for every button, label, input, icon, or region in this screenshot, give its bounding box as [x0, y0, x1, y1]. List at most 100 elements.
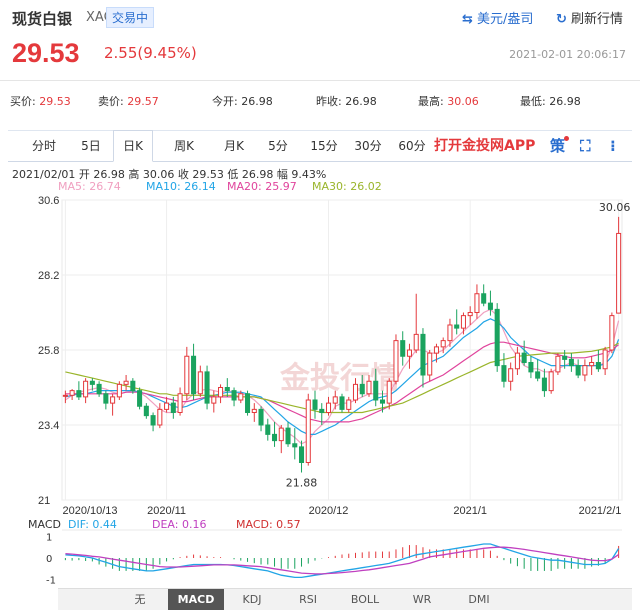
candle-body	[285, 427, 291, 445]
candle-body	[508, 368, 514, 382]
candle-body	[420, 333, 426, 376]
candle-body	[481, 293, 487, 304]
macd-legend-macd: MACD: 0.57	[236, 518, 301, 531]
candle-body	[164, 402, 170, 410]
candle-body	[265, 424, 271, 435]
candle-body	[616, 232, 622, 314]
candle-body	[339, 396, 345, 410]
candle-body	[568, 358, 574, 367]
x-tick-label: 2020/10/13	[62, 505, 117, 517]
candle-body	[460, 315, 466, 329]
min-price-label: 21.88	[286, 477, 318, 490]
candle-body	[258, 408, 264, 426]
candle-body	[514, 352, 520, 370]
indicator-tabs: 无 MACD KDJ RSI BOLL WR DMI	[58, 588, 632, 610]
candle-body	[62, 394, 68, 397]
candle-body	[89, 380, 95, 385]
indicator-tab-RSI[interactable]: RSI	[280, 589, 336, 610]
indicator-tab-BOLL[interactable]: BOLL	[336, 589, 394, 610]
macd-tick-label: 1	[46, 532, 52, 543]
x-tick-label: 2020/12	[309, 505, 349, 517]
x-tick-label: 2020/11	[147, 505, 186, 517]
candle-body	[373, 380, 379, 401]
candle-body	[440, 340, 446, 348]
y-tick-label: 30.6	[38, 195, 59, 207]
candle-body	[609, 315, 615, 351]
candle-body	[447, 324, 453, 342]
y-tick-label: 25.8	[38, 345, 59, 357]
candle-body	[501, 365, 507, 382]
candle-body	[76, 390, 82, 398]
candle-body	[123, 380, 129, 385]
candle-body	[346, 399, 352, 410]
indicator-tab-无[interactable]: 无	[112, 589, 168, 610]
kline-chart[interactable]: 30.6 28.2 25.8 23.4 21 2020/10/13 2020/11 2020/…	[0, 0, 640, 588]
y-tick-label: 23.4	[38, 420, 59, 432]
candle-body	[541, 377, 547, 392]
candle-body	[103, 393, 109, 404]
candle-body	[555, 355, 561, 373]
candle-body	[137, 390, 143, 407]
candle-body	[366, 380, 372, 395]
candle-body	[110, 396, 116, 404]
candle-body	[218, 387, 224, 398]
indicator-tab-DMI[interactable]: DMI	[450, 589, 508, 610]
candle-body	[582, 365, 588, 376]
candle-body	[393, 340, 399, 382]
candle-body	[454, 324, 460, 329]
candle-body	[528, 362, 534, 373]
candle-body	[278, 427, 284, 442]
candle-body	[69, 390, 75, 396]
candle-body	[231, 390, 237, 401]
candle-body	[427, 352, 433, 376]
max-price-label: 30.06	[599, 201, 631, 214]
candle-body	[433, 346, 439, 354]
indicator-tab-WR[interactable]: WR	[394, 589, 450, 610]
y-tick-label: 21	[38, 495, 50, 507]
macd-legend-dea: DEA: 0.16	[152, 518, 206, 531]
candle-body	[150, 415, 156, 426]
candle-body	[548, 371, 554, 392]
candle-body	[535, 371, 541, 379]
candle-body	[413, 333, 419, 351]
candle-body	[602, 349, 608, 370]
watermark: 金投行情	[279, 361, 400, 396]
candle-body	[305, 399, 311, 463]
candle-body	[116, 383, 122, 398]
y-tick-label: 28.2	[38, 270, 59, 282]
candle-body	[238, 393, 244, 401]
candle-body	[521, 352, 527, 363]
candle-body	[177, 393, 183, 413]
candle-body	[96, 383, 102, 395]
candle-body	[595, 362, 601, 370]
candle-body	[292, 443, 298, 448]
candle-body	[575, 365, 581, 376]
candle-body	[400, 340, 406, 357]
indicator-tab-KDJ[interactable]: KDJ	[224, 589, 280, 610]
candle-body	[319, 408, 325, 413]
macd-legend-name: MACD	[28, 518, 61, 531]
candle-body	[379, 399, 386, 404]
candle-body	[245, 393, 251, 413]
macd-tick-label: 0	[46, 554, 52, 565]
indicator-tab-MACD[interactable]: MACD	[168, 589, 224, 610]
candle-body	[467, 312, 473, 317]
candle-body	[589, 362, 595, 367]
candle-body	[487, 302, 493, 310]
candle-body	[359, 383, 365, 395]
candle-body	[312, 399, 318, 410]
candle-body	[184, 355, 190, 395]
candle-body	[204, 371, 210, 404]
macd-legend-dif: DIF: 0.44	[68, 518, 117, 531]
x-tick-label: 2021/2/1	[579, 505, 622, 517]
candle-body	[130, 380, 136, 392]
candle-body	[332, 396, 338, 404]
candle-body	[224, 387, 230, 392]
candle-body	[157, 408, 163, 426]
dea-line	[65, 546, 619, 575]
candle-body	[211, 396, 217, 404]
candle-body	[352, 383, 359, 401]
candle-body	[191, 355, 197, 395]
candle-body	[251, 408, 257, 413]
candle-body	[197, 371, 203, 395]
